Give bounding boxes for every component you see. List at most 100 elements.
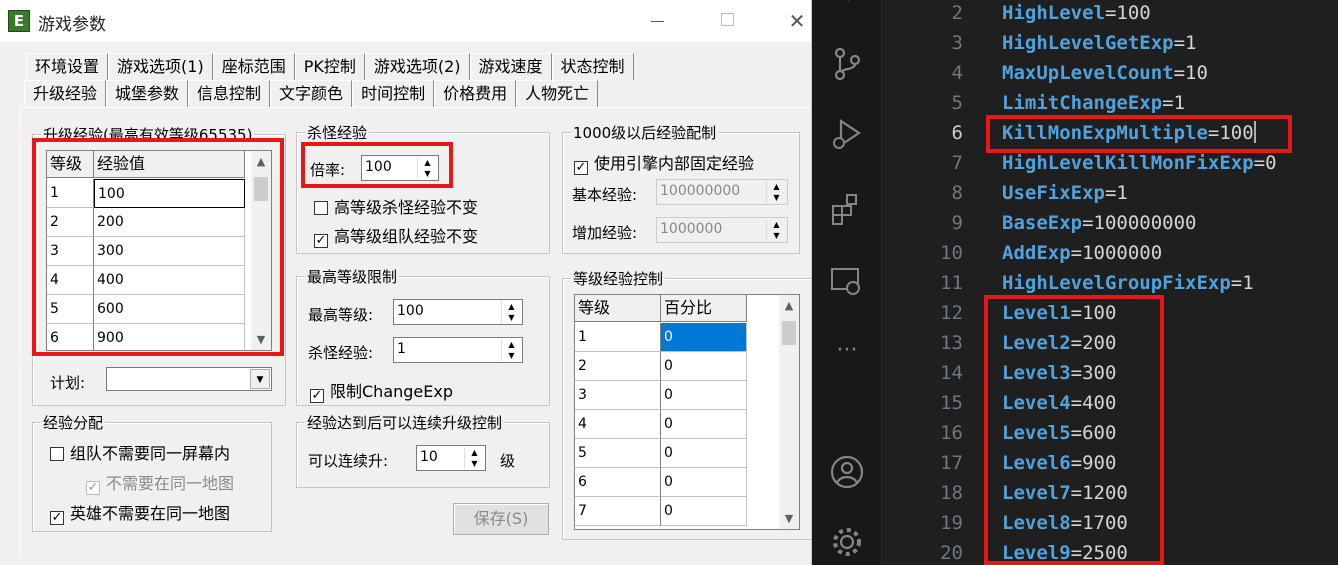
more-icon[interactable]: ··· <box>829 336 865 372</box>
spin-up-icon[interactable]: ▲ <box>418 157 437 168</box>
percent-value-cell[interactable]: 0 <box>661 381 747 410</box>
code-text[interactable]: Level3=300 <box>1002 358 1116 388</box>
code-line[interactable]: 3 HighLevelGetExp=1 <box>883 28 1338 58</box>
max-level-value[interactable]: 100 <box>397 303 424 319</box>
percent-value-cell[interactable]: 0 <box>661 468 747 497</box>
rate-value[interactable]: 100 <box>365 159 392 175</box>
percent-value-cell[interactable]: 0 <box>661 497 747 526</box>
scroll-thumb[interactable] <box>254 177 268 201</box>
code-line[interactable]: 13 Level2=200 <box>883 328 1338 358</box>
percent-level-cell[interactable]: 4 <box>575 410 661 439</box>
code-text[interactable]: Level4=400 <box>1002 388 1116 418</box>
code-line[interactable]: 18 Level7=1200 <box>883 478 1338 508</box>
code-line[interactable]: 19 Level8=1700 <box>883 508 1338 538</box>
spin-up-icon[interactable]: ▲ <box>502 339 521 350</box>
dropdown-arrow-icon[interactable]: ▼ <box>250 369 270 389</box>
percent-level-cell[interactable]: 3 <box>575 381 661 410</box>
exp-level-cell[interactable]: 4 <box>47 266 94 295</box>
use-fixed-exp-checkbox[interactable]: ✓ 使用引擎内部固定经验 <box>574 150 754 175</box>
hero-map-checkbox[interactable]: ✓ 英雄不需要在同一地图 <box>50 500 230 525</box>
tab-r2-4[interactable]: 文字颜色 <box>270 80 353 107</box>
percent-level-cell[interactable]: 1 <box>575 323 661 352</box>
code-text[interactable]: UseFixExp=1 <box>1002 178 1128 208</box>
extensions-icon[interactable] <box>829 192 865 228</box>
code-text[interactable]: Level6=900 <box>1002 448 1116 478</box>
exp-value-cell[interactable]: 600 <box>94 295 245 324</box>
spin-down-icon[interactable]: ▼ <box>418 168 437 179</box>
code-text[interactable]: HighLevelKillMonFixExp=0 <box>1002 148 1277 178</box>
spin-up-icon[interactable]: ▲ <box>502 301 521 312</box>
code-line[interactable]: 4 MaxUpLevelCount=10 <box>883 58 1338 88</box>
code-text[interactable]: Level2=200 <box>1002 328 1116 358</box>
exp-value-cell[interactable]: 400 <box>94 266 245 295</box>
checkbox-box[interactable]: ✓ <box>574 161 588 175</box>
code-editor[interactable]: 20 Level9=2500 19 Level8=1700 18 Level7=1200 1… <box>883 0 1338 565</box>
exp-level-cell[interactable]: 2 <box>47 208 94 237</box>
checkbox-box[interactable]: ✓ <box>314 234 328 248</box>
scroll-thumb[interactable] <box>782 321 796 345</box>
tab-r2-2[interactable]: 城堡参数 <box>106 80 189 107</box>
account-icon[interactable] <box>829 454 865 490</box>
high-level-team-checkbox[interactable]: ✓ 高等级组队经验不变 <box>314 223 478 248</box>
grid-scrollbar[interactable]: ▲ ▼ <box>779 295 799 529</box>
grid-header-exp[interactable]: 经验值 <box>94 151 245 178</box>
spin-up-icon[interactable]: ▲ <box>767 181 786 192</box>
grid-header-level[interactable]: 等级 <box>575 295 661 322</box>
spin-down-icon[interactable]: ▼ <box>767 230 786 241</box>
base-exp-spinner[interactable]: 100000000 ▲ ▼ <box>656 179 788 205</box>
exp-level-cell[interactable]: 3 <box>47 237 94 266</box>
code-line[interactable]: 8 UseFixExp=1 <box>883 178 1338 208</box>
code-line[interactable]: 20 Level9=2500 <box>883 538 1338 565</box>
continuous-spinner[interactable]: 10 ▲ ▼ <box>416 445 486 471</box>
tab-r2-5[interactable]: 时间控制 <box>352 80 435 107</box>
percent-value-cell[interactable]: 0 <box>661 410 747 439</box>
maximize-button[interactable] <box>712 8 742 34</box>
max-level-spinner[interactable]: 100 ▲ ▼ <box>393 299 523 325</box>
continuous-value[interactable]: 10 <box>420 449 438 465</box>
exp-value-cell[interactable]: 100 <box>94 179 245 208</box>
exp-level-cell[interactable]: 5 <box>47 295 94 324</box>
checkbox-box[interactable]: ✓ <box>310 389 324 403</box>
tab-r2-1[interactable]: 升级经验 <box>24 80 107 107</box>
tab-r1-5[interactable]: 游戏选项(2) <box>364 53 470 80</box>
scroll-up-arrow-icon[interactable]: ▲ <box>779 299 799 312</box>
code-text[interactable]: Level9=2500 <box>1002 538 1128 565</box>
close-button[interactable]: ✕ <box>782 8 811 34</box>
settings-gear-icon[interactable] <box>829 524 865 560</box>
code-text[interactable]: HighLevelGroupFixExp=1 <box>1002 268 1254 298</box>
tab-r1-1[interactable]: 环境设置 <box>26 53 109 80</box>
spinner-arrows[interactable]: ▲ ▼ <box>501 301 521 323</box>
team-screen-checkbox[interactable]: 组队不需要同一屏幕内 <box>50 440 230 464</box>
add-exp-spinner[interactable]: 1000000 ▲ ▼ <box>656 217 788 243</box>
scroll-down-arrow-icon[interactable]: ▼ <box>779 512 799 525</box>
limit-changeexp-checkbox[interactable]: ✓ 限制ChangeExp <box>310 378 453 403</box>
add-exp-value[interactable]: 1000000 <box>660 221 722 237</box>
spin-down-icon[interactable]: ▼ <box>502 350 521 361</box>
spinner-arrows[interactable]: ▲ ▼ <box>417 157 437 179</box>
spin-down-icon[interactable]: ▼ <box>767 192 786 203</box>
code-line[interactable]: 14 Level3=300 <box>883 358 1338 388</box>
percent-level-cell[interactable]: 7 <box>575 497 661 526</box>
checkbox-box[interactable] <box>50 447 64 461</box>
tab-r2-7[interactable]: 人物死亡 <box>516 80 599 107</box>
spin-up-icon[interactable]: ▲ <box>465 447 484 458</box>
code-line[interactable]: 16 Level5=600 <box>883 418 1338 448</box>
tab-r2-6[interactable]: 价格费用 <box>434 80 517 107</box>
exp-value-cell[interactable]: 200 <box>94 208 245 237</box>
checkbox-box[interactable] <box>314 201 328 215</box>
code-text[interactable]: HighLevelGetExp=1 <box>1002 28 1197 58</box>
percent-value-cell[interactable]: 0 <box>661 439 747 468</box>
base-exp-value[interactable]: 100000000 <box>660 183 740 199</box>
run-debug-icon[interactable] <box>829 116 865 152</box>
exp-level-cell[interactable]: 6 <box>47 324 94 350</box>
percent-value-cell[interactable]: 0 <box>661 323 747 352</box>
code-text[interactable]: BaseExp=100000000 <box>1002 208 1196 238</box>
kill-exp-spinner[interactable]: 1 ▲ ▼ <box>393 337 523 363</box>
code-text[interactable]: Level8=1700 <box>1002 508 1128 538</box>
percent-level-cell[interactable]: 2 <box>575 352 661 381</box>
tab-r1-6[interactable]: 游戏速度 <box>469 53 552 80</box>
code-line[interactable]: 12 Level1=100 <box>883 298 1338 328</box>
spin-down-icon[interactable]: ▼ <box>502 312 521 323</box>
high-level-kill-checkbox[interactable]: 高等级杀怪经验不变 <box>314 194 478 218</box>
code-line[interactable]: 2 HighLevel=100 <box>883 0 1338 28</box>
